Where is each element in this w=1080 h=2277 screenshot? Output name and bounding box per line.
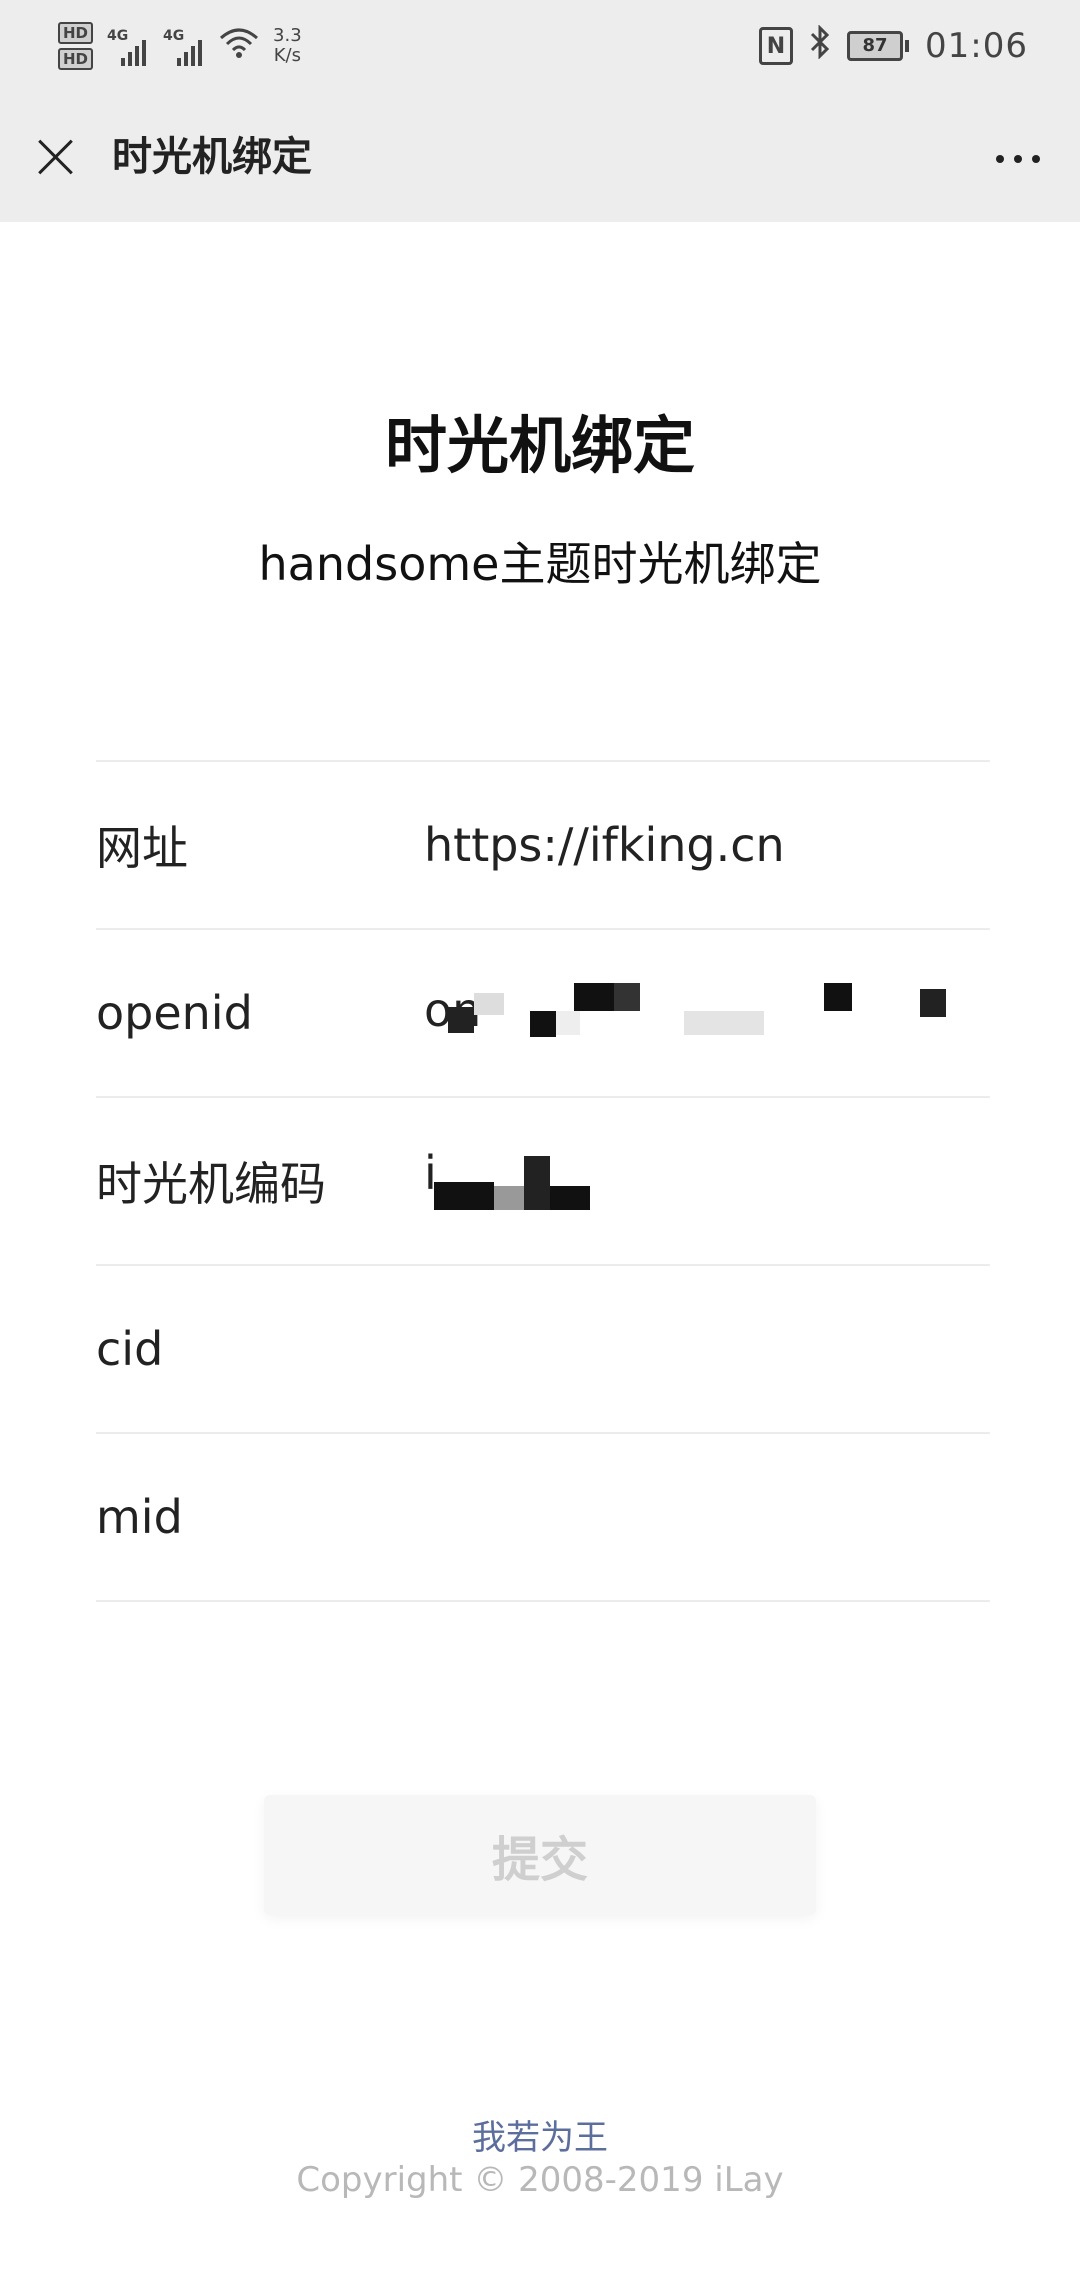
signal-icon-2: 4G	[163, 26, 205, 66]
machine-code-field[interactable]: i	[424, 1146, 990, 1216]
hd-badge-2: HD	[58, 48, 94, 70]
url-field[interactable]: https://ifking.cn	[424, 818, 990, 872]
battery-icon: 87	[847, 31, 910, 61]
redaction-mosaic	[424, 983, 990, 1043]
wifi-icon	[219, 26, 259, 67]
url-label: 网址	[96, 821, 188, 875]
bluetooth-icon	[809, 24, 831, 67]
form-row-mid[interactable]: mid	[96, 1434, 990, 1602]
network-speed-unit: K/s	[273, 45, 301, 66]
mid-label: mid	[96, 1490, 183, 1544]
footer-copyright: Copyright © 2008-2019 iLay	[296, 2160, 784, 2200]
battery-level: 87	[847, 31, 904, 61]
status-bar-right: N 87 01:06	[759, 18, 1028, 74]
nfc-icon: N	[759, 27, 794, 65]
form-row-openid[interactable]: openid on	[96, 930, 990, 1098]
page-title: 时光机绑定	[384, 409, 695, 482]
clock: 01:06	[925, 26, 1028, 66]
openid-field[interactable]: on	[424, 983, 990, 1043]
form-row-url[interactable]: 网址 https://ifking.cn	[96, 762, 990, 930]
cid-label: cid	[96, 1322, 164, 1376]
more-options-icon[interactable]	[996, 144, 1040, 174]
footer-link[interactable]: 我若为王	[0, 2110, 1080, 2159]
binding-form: 网址 https://ifking.cn openid on 时光机编码 i	[96, 760, 990, 1602]
form-row-machine-code[interactable]: 时光机编码 i	[96, 1098, 990, 1266]
page-subtitle: handsome主题时光机绑定	[258, 537, 822, 591]
network-speed: 3.3 K/s	[273, 26, 302, 66]
submit-button[interactable]: 提交	[264, 1795, 816, 1915]
machine-code-label: 时光机编码	[96, 1157, 326, 1211]
network-speed-value: 3.3	[273, 25, 302, 46]
nav-title: 时光机绑定	[112, 134, 312, 180]
status-bar-left: HD HD 4G 4G 3.3 K/s	[58, 14, 302, 78]
signal-icon-1: 4G	[107, 26, 149, 66]
redaction-mosaic	[424, 1146, 624, 1210]
network-type-1: 4G	[107, 28, 129, 44]
openid-label: openid	[96, 986, 253, 1040]
hd-indicators: HD HD	[58, 22, 94, 70]
network-type-2: 4G	[163, 28, 185, 44]
status-bar: HD HD 4G 4G 3.3 K/s N 87 01:06	[0, 0, 1080, 92]
close-icon[interactable]	[30, 132, 80, 182]
hd-badge-1: HD	[58, 22, 94, 44]
title-bar: 时光机绑定	[0, 92, 1080, 222]
form-row-cid[interactable]: cid	[96, 1266, 990, 1434]
